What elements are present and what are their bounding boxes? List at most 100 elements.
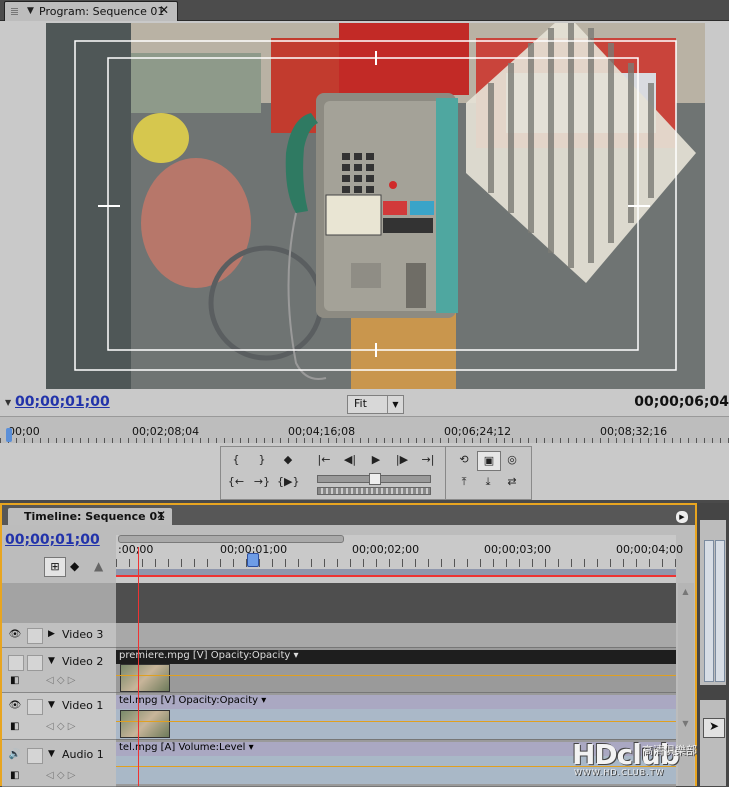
track-area-empty [116,583,676,623]
timeline-tab-bar: Timeline: Sequence 01 ✕ ▶ [2,505,695,525]
keyframe-navigator[interactable]: ◁ ◇ ▷ [46,675,75,686]
collapse-triangle-icon[interactable]: ▼ [48,700,55,710]
program-current-timecode[interactable]: 00;00;01;00 [15,394,110,410]
ruler-ticks [0,438,729,443]
mark-out-button[interactable]: } [251,451,273,469]
eye-icon[interactable]: 👁 [8,628,22,642]
safe-margins-button[interactable]: ▣ [477,451,501,471]
snap-icon[interactable]: ⊞ [44,557,66,577]
clip-effect-label[interactable]: Opacity:Opacity [211,650,291,661]
track-video-2[interactable]: premiere.mpg [V] Opacity:Opacity ▾ [116,648,676,693]
shuttle-knob[interactable] [369,473,381,485]
collapse-triangle-icon[interactable]: ▼ [48,656,55,666]
collapse-triangle-icon[interactable]: ▼ [48,749,55,759]
panel-menu-icon[interactable]: ▶ [675,510,689,524]
lock-icon[interactable] [27,655,43,671]
timeline-view-area-bar[interactable] [118,535,344,543]
timeline-ruler[interactable]: :00;00 00;00;01;00 00;00;02;00 00;00;03;… [116,535,683,583]
track-header-empty [2,583,116,623]
close-icon[interactable]: ✕ [159,3,169,17]
watermark-url: WWW.HD.CLUB.TW [574,768,665,777]
chevron-down-icon[interactable]: ▾ [294,650,299,661]
ruler-label: 00;02;08;04 [132,425,200,438]
track-name: Video 3 [62,628,104,641]
chevron-down-icon[interactable]: ▼ [387,396,403,413]
track-video-3[interactable] [116,623,676,648]
lock-icon[interactable] [27,699,43,715]
set-marker-button[interactable]: ◆ [277,451,299,469]
trim-button[interactable]: ⇄ [501,473,523,491]
transport-controls: {} ◆ |← ◀| ▶ |▶ →| {← →} {▶} ⟲ ▣ ◎ ⤒ ⤓ ⇄ [220,446,532,500]
timeline-tab[interactable]: Timeline: Sequence 01 ✕ [8,508,172,525]
watermark-chinese: 高清俱樂部 [642,744,697,757]
eye-icon[interactable]: 👁 [8,699,22,713]
go-to-in-button[interactable]: |← [313,451,335,469]
display-style-icon[interactable]: ◧ [10,675,19,686]
display-style-icon[interactable]: ◧ [10,721,19,732]
sequence-marker-icon[interactable]: ▲ [94,559,103,573]
clip-effect-label[interactable]: Volume:Level [178,742,245,753]
jog-disk[interactable] [317,487,431,495]
scroll-up-icon[interactable]: ▲ [679,585,692,598]
clip-premiere-video[interactable]: premiere.mpg [V] Opacity:Opacity ▾ [116,650,676,664]
ruler-label: 00;00;04;00 [616,543,684,556]
opacity-rubberband[interactable] [116,675,676,676]
timeline-current-timecode[interactable]: 00;00;01;00 [5,532,100,548]
scroll-down-icon[interactable]: ▼ [679,717,692,730]
zoom-select-value: Fit [354,397,367,410]
lock-icon[interactable] [27,748,43,764]
panel-menu-triangle-icon[interactable]: ▼ [27,6,34,16]
close-icon[interactable]: ✕ [156,508,166,522]
clip-body[interactable] [116,709,676,739]
audio-meter-right [715,540,725,682]
step-forward-button[interactable]: |▶ [391,451,413,469]
eye-icon[interactable] [8,655,24,671]
track-header-video-3: 👁 ▶ Video 3 [2,623,116,648]
panel-grip-icon[interactable] [11,8,18,15]
timecode-menu-triangle-icon[interactable]: ▼ [5,398,11,407]
loop-button[interactable]: ⟲ [453,451,475,469]
clip-label: premiere.mpg [V] [119,650,208,661]
program-video-frame[interactable] [46,23,705,389]
ruler-label: 00;00 [8,425,40,438]
clip-thumbnail [120,710,170,738]
step-back-button[interactable]: ◀| [339,451,361,469]
program-tab[interactable]: ▼ Program: Sequence 01 ✕ [4,1,178,21]
zoom-select[interactable]: Fit ▼ [347,395,404,414]
ruler-label: 00;00;03;00 [484,543,552,556]
ruler-label: 00;06;24;12 [444,425,512,438]
set-marker-icon[interactable]: ◆ [70,559,79,573]
play-in-to-out-button[interactable]: {▶} [277,473,299,491]
track-name: Video 2 [62,655,104,668]
output-button[interactable]: ◎ [501,451,523,469]
play-button[interactable]: ▶ [365,451,387,469]
go-to-out-button[interactable]: →| [417,451,439,469]
display-style-icon[interactable]: ◧ [10,770,19,781]
go-to-prev-edit-button[interactable]: {← [225,473,247,491]
program-playhead[interactable] [6,428,12,442]
track-header-video-1: 👁 ▼ Video 1 ◧ ◁ ◇ ▷ [2,693,116,740]
clip-effect-label[interactable]: Opacity:Opacity [178,695,258,706]
opacity-rubberband[interactable] [116,721,676,722]
timeline-tools: ⊞ ◆ ▲ [40,557,120,577]
timeline-playhead[interactable] [247,553,259,567]
lock-icon[interactable] [27,628,43,644]
keyframe-navigator[interactable]: ◁ ◇ ▷ [46,770,75,781]
go-to-next-edit-button[interactable]: →} [251,473,273,491]
mark-in-button[interactable]: { [225,451,247,469]
extract-button[interactable]: ⤓ [477,473,499,491]
track-video-1[interactable]: tel.mpg [V] Opacity:Opacity ▾ [116,693,676,740]
clip-tel-video[interactable]: tel.mpg [V] Opacity:Opacity ▾ [116,695,676,709]
program-time-ruler[interactable]: 00;00 00;02;08;04 00;04;16;08 00;06;24;1… [0,416,729,443]
program-tab-bar: ▼ Program: Sequence 01 ✕ [0,0,729,21]
chevron-down-icon[interactable]: ▾ [249,742,254,753]
speaker-icon[interactable]: 🔊 [8,748,22,762]
chevron-down-icon[interactable]: ▾ [261,695,266,706]
keyframe-navigator[interactable]: ◁ ◇ ▷ [46,721,75,732]
selection-tool-icon[interactable]: ➤ [703,718,725,738]
lift-button[interactable]: ⤒ [453,473,475,491]
ruler-label: 00;04;16;08 [288,425,356,438]
ruler-label: :00;00 [118,543,154,556]
expand-triangle-icon[interactable]: ▶ [48,629,55,639]
video-still-image [46,23,705,389]
